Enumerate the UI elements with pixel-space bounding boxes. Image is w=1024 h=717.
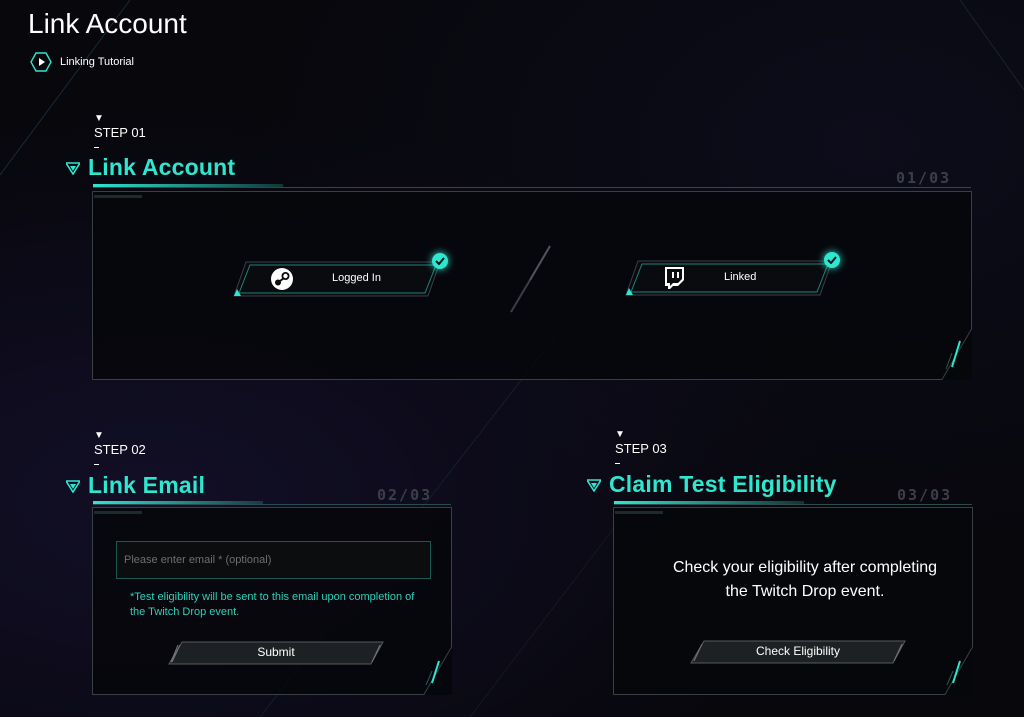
chevron-down-icon: ▼ [94,113,104,124]
step-number: STEP 02 [94,442,146,457]
step-counter: 02/03 [377,486,433,504]
play-icon [30,52,52,72]
divider [615,463,620,464]
step-01-header: ▼ STEP 01 [94,113,146,148]
twitch-status: Linked [724,271,757,283]
step-number: STEP 01 [94,125,146,140]
submit-button[interactable]: Submit [168,641,384,665]
twitch-account-card[interactable]: Linked [624,252,840,296]
title-rule [614,504,972,505]
slash-divider [510,245,551,313]
email-note: *Test eligibility will be sent to this e… [130,591,415,618]
steam-account-card[interactable]: Logged In [232,253,448,297]
section-title: Claim Test Eligibility [609,471,837,497]
title-rule [93,187,971,188]
step-02-title: Link Email [66,472,205,499]
step-02-header: ▼ STEP 02 [94,430,146,465]
email-input[interactable] [116,541,431,579]
section-title: Link Email [88,472,206,498]
check-eligibility-button[interactable]: Check Eligibility [690,640,906,664]
chevron-down-icon: ▼ [615,429,625,440]
eligibility-message: Check your eligibility after completing … [672,559,938,600]
steam-status: Logged In [332,272,381,284]
page-title: Link Account [28,8,187,39]
step-counter: 03/03 [897,486,953,504]
triangle-icon [66,479,80,493]
divider [94,464,99,465]
chevron-down-icon: ▼ [94,430,104,441]
linking-tutorial-label: Linking Tutorial [60,56,134,68]
step-number: STEP 03 [615,441,667,456]
step-01-title: Link Account [66,154,235,181]
twitch-icon [665,267,684,289]
triangle-icon [587,478,601,492]
check-eligibility-label: Check Eligibility [755,644,841,658]
title-rule [93,504,451,505]
step-03-header: ▼ STEP 03 [615,429,667,464]
linking-tutorial-link[interactable]: Linking Tutorial [30,52,134,72]
step-counter: 01/03 [896,169,952,187]
checkmark-icon [432,253,448,269]
step-03-title: Claim Test Eligibility [587,471,837,498]
triangle-icon [66,161,80,175]
checkmark-icon [824,252,840,268]
submit-label: Submit [257,645,295,659]
section-title: Link Account [88,154,236,180]
divider [94,147,99,148]
steam-icon [271,268,293,290]
